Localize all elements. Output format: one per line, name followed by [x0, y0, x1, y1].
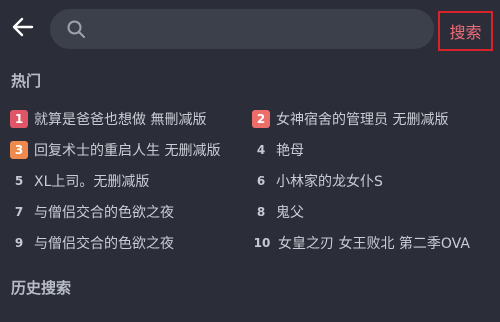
- rank-badge: 1: [10, 110, 28, 128]
- rank-badge: 3: [10, 141, 28, 159]
- rank-number: 9: [14, 236, 24, 250]
- hot-item-label: 鬼父: [276, 205, 304, 221]
- hot-item-9[interactable]: 9 与僧侣交合的色欲之夜: [10, 230, 174, 256]
- search-icon: [66, 19, 86, 39]
- rank-number: 7: [14, 205, 24, 219]
- rank-number: 8: [256, 205, 266, 219]
- hot-item-8[interactable]: 8 鬼父: [252, 199, 304, 225]
- hot-item-label: XL上司。无删减版: [34, 174, 150, 190]
- hot-section-title: 热门: [11, 72, 42, 90]
- hot-item-5[interactable]: 5 XL上司。无删减版: [10, 168, 150, 194]
- hot-item-label: 回复术士的重启人生 无删减版: [34, 143, 221, 159]
- top-bar: 搜索: [0, 0, 500, 56]
- rank-number: 5: [14, 174, 24, 188]
- hot-item-4[interactable]: 4 艳母: [252, 137, 304, 163]
- rank-badge: 2: [252, 110, 270, 128]
- hot-item-label: 就算是爸爸也想做 無刪减版: [34, 112, 207, 128]
- rank-number: 6: [256, 174, 266, 188]
- history-section-title: 历史搜索: [11, 279, 72, 297]
- hot-item-10[interactable]: 10 女皇之刃 女王败北 第二季OVA: [252, 230, 470, 256]
- search-button[interactable]: 搜索: [438, 11, 493, 51]
- rank-number: 10: [253, 236, 271, 250]
- back-button[interactable]: [8, 14, 38, 44]
- hot-item-1[interactable]: 1 就算是爸爸也想做 無刪减版: [10, 106, 206, 132]
- hot-item-label: 与僧侣交合的色欲之夜: [34, 205, 174, 221]
- hot-item-label: 艳母: [276, 143, 304, 159]
- hot-item-2[interactable]: 2 女神宿舍的管理员 无删减版: [252, 106, 448, 132]
- hot-item-3[interactable]: 3 回复术士的重启人生 无删减版: [10, 137, 220, 163]
- hot-item-label: 女神宿舍的管理员 无删减版: [276, 112, 449, 128]
- hot-item-label: 与僧侣交合的色欲之夜: [34, 236, 174, 252]
- hot-item-6[interactable]: 6 小林家的龙女仆S: [252, 168, 383, 194]
- hot-item-label: 小林家的龙女仆S: [276, 174, 383, 190]
- hot-item-7[interactable]: 7 与僧侣交合的色欲之夜: [10, 199, 174, 225]
- search-box[interactable]: [50, 9, 434, 49]
- rank-number: 4: [256, 143, 266, 157]
- hot-item-label: 女皇之刃 女王败北 第二季OVA: [278, 236, 470, 252]
- arrow-left-icon: [12, 16, 34, 42]
- search-input[interactable]: [96, 15, 420, 45]
